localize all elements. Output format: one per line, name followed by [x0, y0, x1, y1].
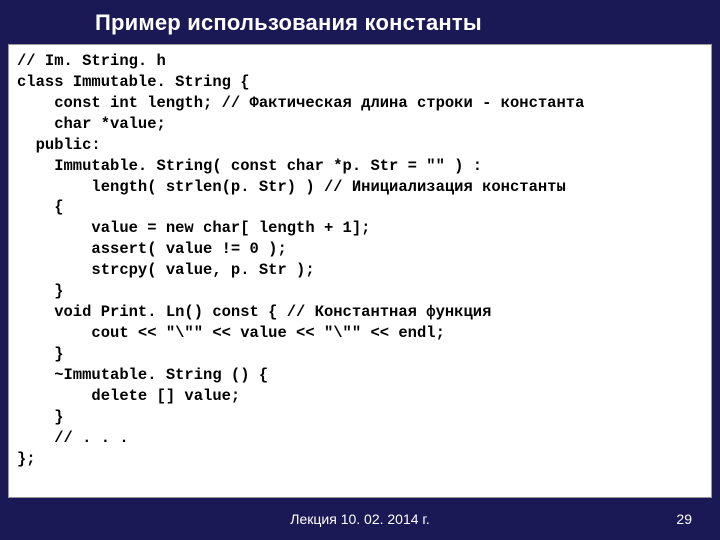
- page-number: 29: [676, 511, 692, 527]
- lecture-info: Лекция 10. 02. 2014 г.: [290, 511, 429, 527]
- code-content: // Im. String. h class Immutable. String…: [17, 51, 703, 469]
- slide: Пример использования константы // Im. St…: [0, 0, 720, 540]
- code-block: // Im. String. h class Immutable. String…: [8, 44, 712, 498]
- footer: Лекция 10. 02. 2014 г. 29: [0, 498, 720, 540]
- slide-title: Пример использования константы: [0, 0, 720, 44]
